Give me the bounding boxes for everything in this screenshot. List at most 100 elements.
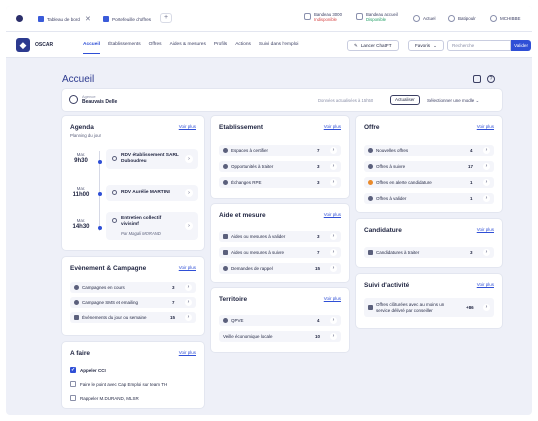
chevron-right-icon[interactable]: › — [185, 314, 192, 321]
list-item[interactable]: Veille économique locale 10 › — [219, 331, 341, 342]
suivi-see-all-link[interactable]: Voir plus — [477, 282, 494, 287]
row-count: 17 — [468, 164, 474, 169]
nav-item-profils[interactable]: Profils — [214, 42, 227, 54]
actuel-button[interactable]: Actuel — [413, 15, 436, 22]
agenda-title: Agenda — [70, 124, 94, 131]
row-label: Opportunités à traiter — [231, 164, 274, 169]
list-item[interactable]: Offres en alerte candidature 1 › — [364, 177, 494, 188]
mode-select[interactable]: Sélectionner une modle ⌄ — [427, 98, 479, 104]
list-item[interactable]: Opportunités à traiter 3 › — [219, 161, 341, 172]
row-label: Nouvelles offres — [376, 148, 409, 153]
tab-label: Portefeuille d'offres — [112, 16, 152, 22]
browser-tab-strip: Tableau de bord ✕ Portefeuille d'offres … — [6, 6, 532, 32]
nav-item-aides-mesures[interactable]: Aides & mesures — [170, 42, 206, 54]
list-item[interactable]: Aides ou mesures à valider 3 › — [219, 231, 341, 242]
browser-tab-portfolio[interactable]: Portefeuille d'offres — [99, 12, 155, 26]
offre-see-all-link[interactable]: Voir plus — [477, 124, 494, 129]
list-item[interactable]: Campagnes en cours 3 › — [70, 282, 196, 293]
status-bandeau-3000[interactable]: Bandeau 3000 Indisponible — [304, 12, 342, 22]
checkbox-checked[interactable]: ✓ — [70, 367, 76, 373]
offre-card: Offre Voir plus Nouvelles offres 4 › Off… — [356, 116, 502, 212]
list-item[interactable]: Aides ou mesures à suivre 7 › — [219, 247, 341, 258]
user-button[interactable]: MCHIBBE — [490, 15, 521, 22]
candidature-see-all-link[interactable]: Voir plus — [477, 227, 494, 232]
territoire-see-all-link[interactable]: Voir plus — [324, 296, 341, 301]
list-item[interactable]: Demandes de rappel 15 › — [219, 263, 341, 274]
row-label: Candidatures à traiter — [376, 250, 420, 255]
launch-chatft-button[interactable]: ✎ Lancer ChatFT — [347, 40, 399, 51]
agenda-event-box[interactable]: Entretien collectif vivisimf Par Magali … — [106, 212, 198, 240]
batipoulr-button[interactable]: Batipoulr — [448, 15, 476, 22]
list-item[interactable]: Nouvelles offres 4 › — [364, 145, 494, 156]
chevron-right-icon[interactable]: › — [330, 233, 337, 240]
checkbox[interactable] — [70, 381, 76, 387]
chevron-right-icon[interactable]: › — [330, 333, 337, 340]
row-label: QPVE — [231, 318, 244, 323]
status-bandeau-accueil[interactable]: Bandeau accueil Disponible — [356, 12, 398, 22]
todo-see-all-link[interactable]: Voir plus — [179, 350, 196, 355]
list-item[interactable]: Offres à suivre 17 › — [364, 161, 494, 172]
todo-item[interactable]: ✓ Appeler CCI — [70, 367, 106, 373]
aide-see-all-link[interactable]: Voir plus — [324, 212, 341, 217]
list-item[interactable]: Évènements du jour ou semaine 15 › — [70, 312, 196, 323]
chevron-right-icon[interactable]: › — [330, 163, 337, 170]
agenda-event-title: Entretien collectif vivisimf — [121, 216, 162, 227]
chevron-right-icon[interactable]: › — [330, 317, 337, 324]
list-item[interactable]: Offres à valider 1 › — [364, 193, 494, 204]
row-count: 3 — [317, 180, 320, 185]
help-icon[interactable]: ? — [487, 75, 495, 83]
chevron-right-icon[interactable]: › — [483, 195, 490, 202]
chevron-right-icon[interactable]: › — [330, 147, 337, 154]
search-validate-button[interactable]: Valider — [511, 40, 531, 51]
chevron-right-icon[interactable]: › — [483, 179, 490, 186]
list-item[interactable]: Espaces à certifier 7 › — [219, 145, 341, 156]
nav-item-offres[interactable]: Offres — [149, 42, 162, 54]
etablissement-see-all-link[interactable]: Voir plus — [324, 124, 341, 129]
nav-item-suivi-emploi[interactable]: Suivi dans l'emploi — [259, 42, 299, 54]
agenda-event-box[interactable]: RDV Aurélie MARTINI › — [106, 185, 198, 201]
list-item[interactable]: QPVE 4 › — [219, 315, 341, 326]
chevron-right-icon[interactable]: › — [483, 147, 490, 154]
todo-item[interactable]: Rappeler M.DURAND, MLSR — [70, 395, 139, 401]
chevron-right-icon[interactable]: › — [330, 265, 337, 272]
checkbox[interactable] — [70, 395, 76, 401]
row-label: Veille économique locale — [223, 334, 273, 339]
brand-name: OSCAR — [35, 42, 54, 48]
list-item[interactable]: Offres clôturées avec au moins un servic… — [364, 298, 494, 317]
close-icon[interactable]: ✕ — [85, 15, 91, 23]
nav-item-actions[interactable]: Actions — [235, 42, 251, 54]
todo-item[interactable]: Faire le point avec Cap Emploi sur team … — [70, 381, 167, 387]
app-menu-icon[interactable] — [16, 15, 23, 22]
chevron-right-icon[interactable]: › — [185, 189, 193, 197]
aide-title: Aide et mesure — [219, 212, 266, 219]
list-item[interactable]: Campagne SMS et emailing 7 › — [70, 297, 196, 308]
chevron-right-icon[interactable]: › — [483, 304, 490, 311]
trend-icon — [74, 300, 79, 305]
campaign-icon — [74, 285, 79, 290]
nav-item-etablissements[interactable]: Établissements — [108, 42, 141, 54]
new-tab-button[interactable]: + — [160, 13, 172, 23]
chevron-right-icon[interactable]: › — [185, 155, 193, 163]
list-item[interactable]: Candidatures à traiter 3 › — [364, 247, 494, 258]
search-input[interactable]: Recherche — [447, 40, 511, 51]
validate-offer-icon — [368, 196, 373, 201]
oscar-logo-icon[interactable]: ◆ — [16, 38, 30, 52]
chevron-right-icon[interactable]: › — [483, 249, 490, 256]
chevron-right-icon[interactable]: › — [330, 249, 337, 256]
list-item[interactable]: Échanges RPE 3 › — [219, 177, 341, 188]
chevron-right-icon[interactable]: › — [483, 163, 490, 170]
chevron-right-icon[interactable]: › — [185, 299, 192, 306]
chevron-right-icon[interactable]: › — [330, 179, 337, 186]
refresh-button[interactable]: Actualiser — [390, 95, 420, 105]
todo-label: Faire le point avec Cap Emploi sur team … — [80, 381, 168, 387]
print-icon[interactable] — [473, 75, 481, 83]
browser-tab-dashboard[interactable]: Tableau de bord ✕ — [34, 12, 95, 26]
agenda-event-box[interactable]: RDV établissement SARL Duboudreu › — [106, 149, 198, 169]
user-icon — [490, 15, 497, 22]
events-see-all-link[interactable]: Voir plus — [179, 265, 196, 270]
nav-item-accueil[interactable]: Accueil — [83, 42, 101, 54]
favorites-dropdown[interactable]: Favoris ⌄ — [408, 40, 444, 51]
chevron-right-icon[interactable]: › — [185, 284, 192, 291]
chevron-right-icon[interactable]: › — [185, 222, 193, 230]
agenda-see-all-link[interactable]: Voir plus — [179, 124, 196, 129]
